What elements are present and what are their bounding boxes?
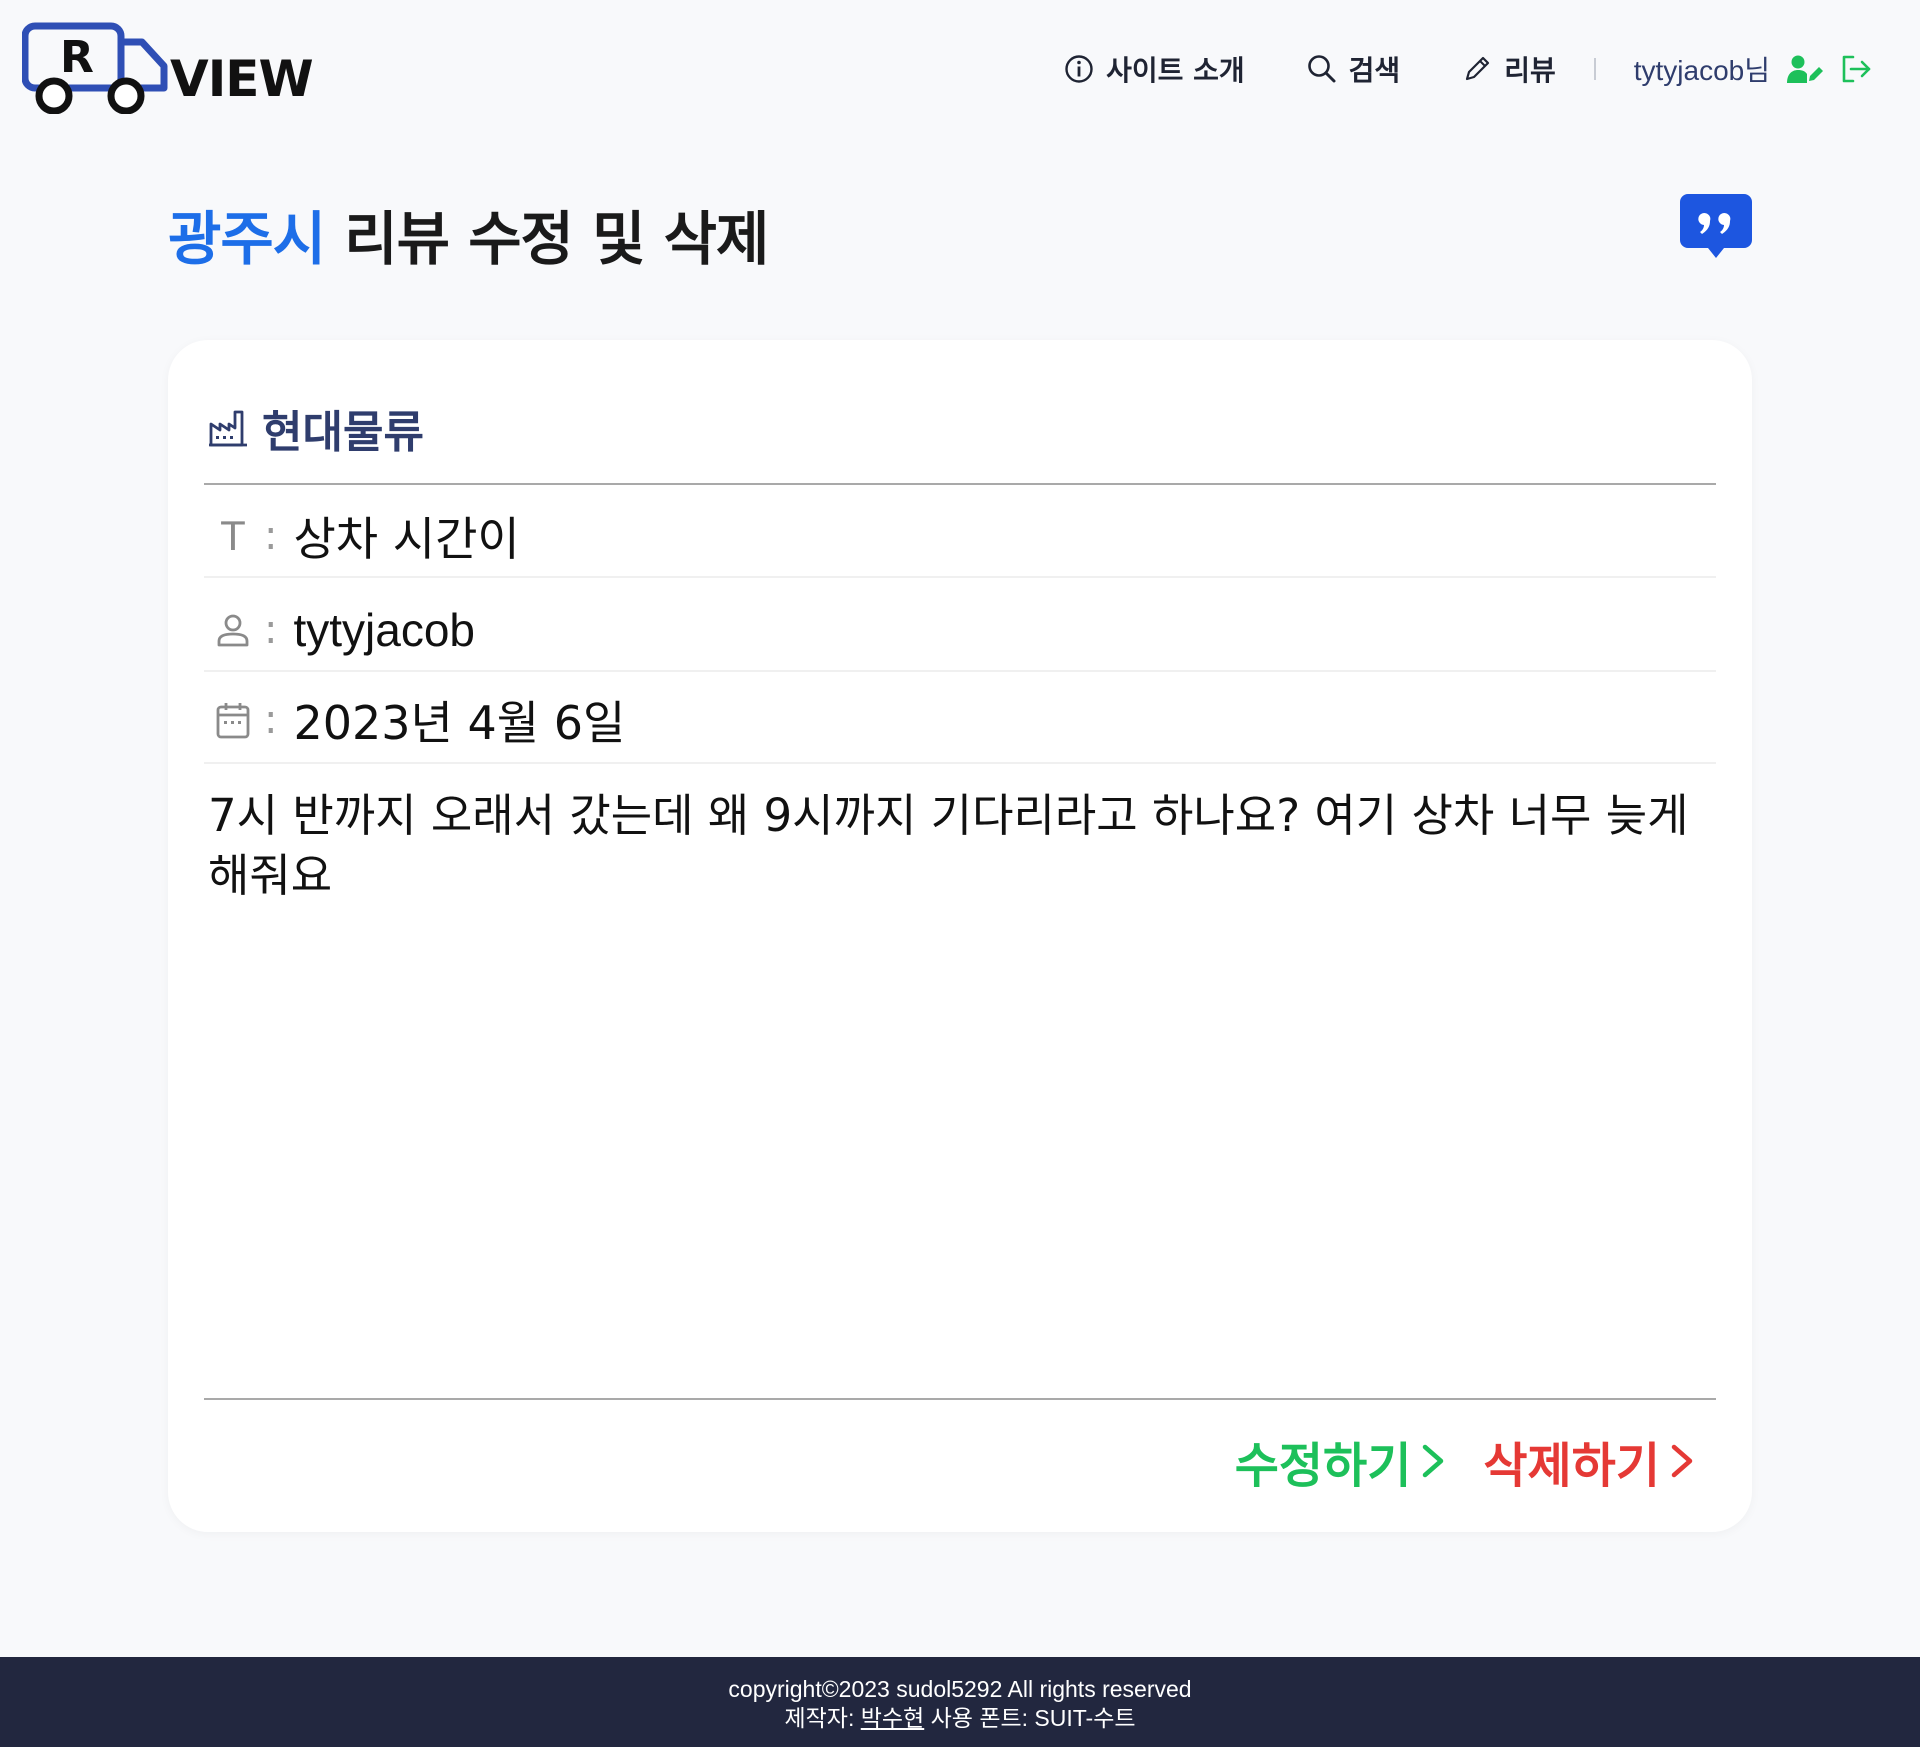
font-note: 사용 폰트: SUIT-수트 (924, 1705, 1136, 1731)
row-divider (204, 762, 1716, 764)
nav-item-search-label: 검색 (1348, 54, 1401, 87)
colon: : (264, 697, 278, 743)
page-title: 광주시 리뷰 수정 및 삭제 (168, 192, 769, 276)
nav-divider (1593, 58, 1596, 80)
pencil-icon (1466, 56, 1490, 81)
header-divider (204, 483, 1716, 485)
content-divider (204, 1398, 1716, 1400)
page-title-text: 리뷰 수정 및 삭제 (325, 205, 769, 273)
text-icon: T (220, 512, 246, 559)
logo-letter: R (60, 32, 94, 83)
review-title-row: T : 상차 시간이 (208, 500, 520, 572)
site-logo[interactable]: R VIEW (21, 22, 314, 115)
logo-word: VIEW (170, 50, 314, 108)
maker-link[interactable]: 박수현 (861, 1705, 924, 1731)
footer-credits: 제작자: 박수현 사용 폰트: SUIT-수트 (0, 1704, 1920, 1733)
search-icon (1307, 55, 1336, 83)
maker-prefix: 제작자: (784, 1705, 861, 1731)
review-date: 2023년 4월 6일 (293, 696, 626, 750)
copyright-text: copyright©2023 sudol5292 All rights rese… (728, 1676, 1192, 1702)
truck-icon: R (21, 22, 168, 115)
review-author: tytyjacob (293, 604, 476, 656)
edit-button-label: 수정하기 (1234, 1438, 1412, 1494)
review-date-row: : 2023년 4월 6일 (208, 684, 625, 756)
company-label: 현대물류 (262, 407, 424, 458)
company-name: 현대물류 (208, 396, 424, 460)
delete-button-label: 삭제하기 (1483, 1438, 1660, 1494)
nav-item-about[interactable]: 사이트 소개 (1064, 49, 1245, 89)
review-author-row: : tytyjacob (208, 594, 475, 666)
user-icon (208, 612, 258, 648)
logout-icon[interactable] (1840, 54, 1872, 84)
colon: : (264, 607, 278, 653)
info-icon (1065, 55, 1093, 83)
user-edit-icon[interactable] (1786, 54, 1824, 84)
review-actions: 수정하기 삭제하기 (1235, 1426, 1696, 1496)
nav-item-about-label: 사이트 소개 (1106, 54, 1245, 87)
review-title: 상차 시간이 (293, 512, 520, 566)
factory-icon (209, 410, 247, 447)
main-nav: 사이트 소개 검색 리뷰 tytyjacob님 (1064, 44, 1872, 94)
page-title-city: 광주시 (168, 205, 326, 273)
chevron-right-icon (1671, 1444, 1693, 1478)
nav-item-review-label: 리뷰 (1504, 54, 1556, 87)
nav-item-search[interactable]: 검색 (1307, 49, 1401, 89)
quote-icon (1680, 194, 1752, 258)
user-menu: tytyjacob님 (1634, 49, 1872, 89)
calendar-icon (208, 700, 258, 740)
delete-button[interactable]: 삭제하기 (1483, 1426, 1696, 1496)
row-divider (204, 576, 1716, 578)
review-card: 현대물류 T : 상차 시간이 : tytyjacob: 2023년 4월 6… (168, 340, 1752, 1532)
row-divider (204, 670, 1716, 672)
nav-item-review[interactable]: 리뷰 (1462, 49, 1556, 89)
chevron-right-icon (1423, 1444, 1444, 1478)
site-header: R VIEW 사이트 소개 검색 리뷰 tytyjacob님 (0, 0, 1920, 136)
colon: : (264, 513, 278, 559)
edit-button[interactable]: 수정하기 (1235, 1426, 1448, 1496)
username[interactable]: tytyjacob님 (1634, 49, 1770, 89)
site-footer: copyright©2023 sudol5292 All rights rese… (0, 1657, 1920, 1747)
review-content: 7시 반까지 오래서 갔는데 왜 9시까지 기다리라고 하나요? 여기 상차 너… (208, 789, 1689, 902)
